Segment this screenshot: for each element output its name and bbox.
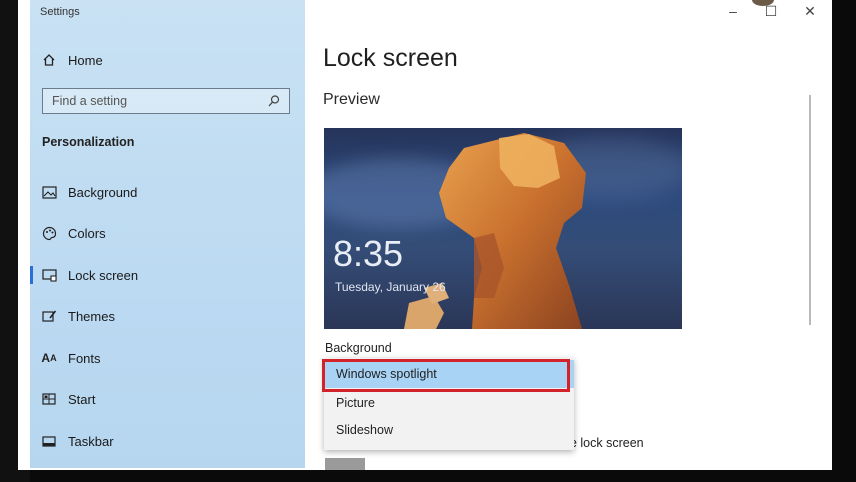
- sidebar-item-label: Start: [68, 391, 96, 407]
- nav-home[interactable]: Home: [30, 42, 305, 78]
- sidebar-item-colors[interactable]: Colors: [30, 215, 305, 251]
- sidebar-item-themes[interactable]: Themes: [30, 298, 305, 334]
- palette-icon: [41, 225, 57, 241]
- sidebar-item-fonts[interactable]: AA Fonts: [30, 340, 305, 376]
- sidebar-item-label: Fonts: [68, 350, 101, 366]
- scrollbar[interactable]: [809, 95, 811, 325]
- minimize-button[interactable]: –: [723, 3, 743, 19]
- search-input[interactable]: Find a setting: [42, 88, 290, 114]
- main-content: – ☐ ✕ Lock screen Preview 8:35 Tuesday, …: [305, 0, 816, 470]
- sidebar-item-label: Colors: [68, 225, 106, 241]
- lock-screen-icon: [41, 267, 57, 283]
- close-button[interactable]: ✕: [800, 3, 820, 20]
- nav-home-label: Home: [68, 52, 103, 68]
- app-title: Settings: [40, 6, 80, 18]
- taskbar-icon: [41, 433, 57, 449]
- page-title: Lock screen: [323, 44, 458, 72]
- sidebar-item-background[interactable]: Background: [30, 174, 305, 210]
- sidebar-item-label: Themes: [68, 308, 115, 324]
- themes-icon: [41, 308, 57, 324]
- sidebar-item-taskbar[interactable]: Taskbar: [30, 423, 305, 459]
- search-placeholder: Find a setting: [52, 94, 128, 108]
- active-indicator: [30, 266, 33, 284]
- start-icon: [41, 391, 57, 407]
- dropdown-option-picture[interactable]: Picture: [324, 389, 574, 417]
- preview-date: Tuesday, January 26: [335, 280, 446, 294]
- dropdown-option-slideshow[interactable]: Slideshow: [324, 416, 574, 444]
- lock-screen-preview: 8:35 Tuesday, January 26: [324, 128, 682, 329]
- sidebar: Settings Home Find a setting Personaliza…: [30, 0, 305, 468]
- image-icon: [41, 184, 57, 200]
- home-icon: [41, 52, 57, 68]
- background-label: Background: [325, 341, 392, 355]
- sidebar-item-label: Taskbar: [68, 433, 114, 449]
- sidebar-item-lock-screen[interactable]: Lock screen: [30, 257, 305, 293]
- toggle-partial[interactable]: [325, 458, 365, 470]
- preview-label: Preview: [323, 91, 380, 108]
- sidebar-item-label: Background: [68, 184, 138, 200]
- rock-formation-image: [404, 133, 586, 329]
- partial-setting-text: he lock screen: [563, 436, 644, 450]
- sidebar-item-label: Lock screen: [68, 267, 139, 283]
- highlight-annotation: [322, 359, 570, 392]
- search-icon: [267, 94, 281, 108]
- sidebar-item-start[interactable]: Start: [30, 381, 305, 417]
- settings-window: Settings Home Find a setting Personaliza…: [18, 0, 832, 470]
- fonts-icon: AA: [41, 351, 57, 365]
- section-title: Personalization: [42, 135, 135, 149]
- preview-time: 8:35: [333, 233, 404, 274]
